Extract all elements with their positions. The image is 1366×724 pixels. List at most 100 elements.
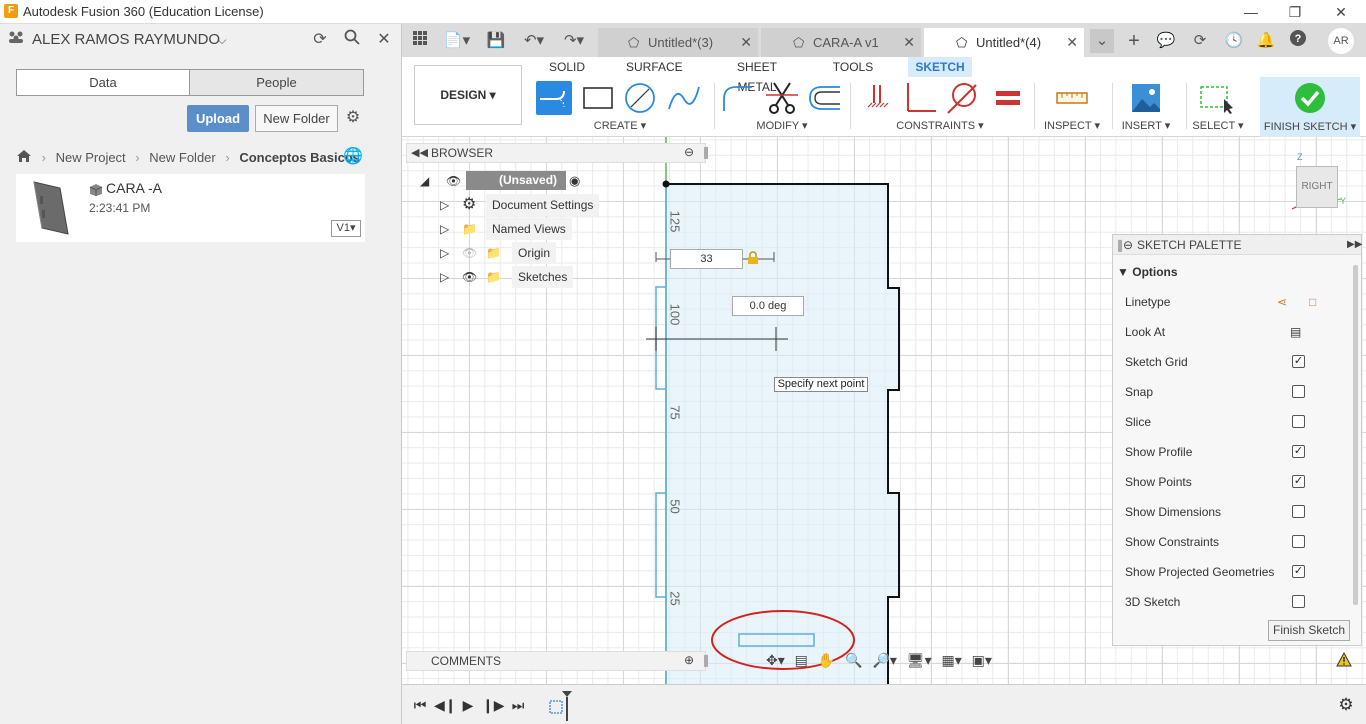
show-projected-geometries-checkbox[interactable]: ✓ <box>1292 565 1305 578</box>
comment-icon[interactable]: 💬 <box>1154 29 1178 53</box>
version-select[interactable]: V1▾ <box>331 220 361 237</box>
pan-hand-icon[interactable]: ✋ <box>818 652 835 668</box>
browser-item-named-views[interactable]: ▷ 📁 Named Views <box>440 218 600 240</box>
display-settings-icon[interactable]: 🖥▾ <box>907 652 932 668</box>
step-forward-icon[interactable]: ❙▶ <box>482 695 505 715</box>
gear-icon[interactable]: ⚙ <box>1336 695 1356 715</box>
workspace-selector[interactable]: DESIGN ▾ <box>414 65 522 125</box>
collapse-icon[interactable]: ◀◀ <box>411 146 428 159</box>
help-icon[interactable]: ? <box>1286 29 1310 53</box>
save-icon[interactable]: 💾 <box>484 29 508 53</box>
tab-overflow-icon[interactable]: ⌄ <box>1090 29 1114 53</box>
doc-tab[interactable]: ⬠ Untitled*(3) ✕ <box>598 28 758 57</box>
browser-item-document-settings[interactable]: ▷ ⚙ Document Settings <box>440 194 600 216</box>
select-box-icon[interactable] <box>1198 81 1234 115</box>
tab-sketch[interactable]: SKETCH <box>908 57 972 77</box>
redo-icon[interactable]: ↷▾ <box>558 29 590 53</box>
clock-icon[interactable]: 🕓 <box>1222 29 1246 53</box>
globe-icon[interactable]: 🌐 <box>342 146 364 168</box>
minimize-button[interactable]: — <box>1236 2 1266 22</box>
grid-settings-icon[interactable]: ▦▾ <box>942 652 962 668</box>
zoom-icon[interactable]: 🔍 <box>845 652 862 668</box>
panel-drag-handle[interactable]: ❚ <box>701 653 711 667</box>
circle-tool-icon[interactable] <box>622 81 658 115</box>
palette-scrollbar[interactable] <box>1353 265 1358 605</box>
eye-hidden-icon[interactable]: 👁 <box>462 242 477 264</box>
select-menu[interactable]: SELECT ▾ <box>1186 119 1250 132</box>
centerline-icon[interactable]: □ <box>1309 292 1316 312</box>
go-to-end-icon[interactable]: ⏭ <box>508 695 528 715</box>
snap-checkbox[interactable] <box>1292 385 1305 398</box>
go-to-start-icon[interactable]: ⏮ <box>410 695 430 715</box>
file-menu-icon[interactable]: 📄▾ <box>442 29 472 53</box>
expand-right-icon[interactable]: ▶▶ <box>1347 235 1362 255</box>
browser-header[interactable]: ◀◀ BROWSER ⊖ ❚ <box>406 143 711 163</box>
measure-icon[interactable] <box>1054 81 1090 115</box>
new-tab-icon[interactable]: + <box>1122 29 1146 53</box>
length-input[interactable]: 33 <box>670 249 743 269</box>
expand-arrow-icon[interactable]: ▷ <box>440 266 449 288</box>
angle-input[interactable]: 0.0 deg <box>732 296 804 316</box>
sketch-palette-header[interactable]: ❚ ⊖ SKETCH PALETTE ▶▶ <box>1113 235 1362 255</box>
close-tab-icon[interactable]: ✕ <box>740 28 752 57</box>
job-status-icon[interactable]: ⟳ <box>1188 29 1212 53</box>
tab-surface[interactable]: SURFACE <box>626 57 683 77</box>
restore-button[interactable]: ❐ <box>1280 2 1310 22</box>
close-tab-icon[interactable]: ✕ <box>903 28 915 57</box>
zoom-window-icon[interactable]: 🔎▾ <box>872 652 896 668</box>
add-comment-icon[interactable]: ⊕ <box>684 653 694 667</box>
gear-icon[interactable]: ⚙ <box>342 107 364 129</box>
fillet-tool-icon[interactable] <box>720 81 756 115</box>
tab-solid[interactable]: SOLID <box>548 57 586 77</box>
look-at-icon[interactable]: ▤ <box>795 652 808 668</box>
tab-data[interactable]: Data <box>16 69 190 96</box>
show-profile-checkbox[interactable]: ✓ <box>1292 445 1305 458</box>
close-window-button[interactable]: ✕ <box>1326 2 1356 22</box>
expand-arrow-icon[interactable]: ▷ <box>440 194 449 216</box>
show-points-checkbox[interactable]: ✓ <box>1292 475 1305 488</box>
expand-arrow-icon[interactable]: ▷ <box>440 218 449 240</box>
equal-constraint-icon[interactable] <box>990 81 1026 115</box>
team-hub-icon[interactable] <box>5 29 27 51</box>
eye-icon[interactable]: 👁 <box>462 266 477 288</box>
undo-icon[interactable]: ↶▾ <box>518 29 550 53</box>
bell-icon[interactable]: 🔔 <box>1254 29 1278 53</box>
play-icon[interactable]: ▶ <box>458 695 478 715</box>
construction-line-icon[interactable]: ⋖ <box>1277 292 1287 312</box>
doc-tab-active[interactable]: ⬠ Untitled*(4) ✕ <box>924 28 1084 57</box>
modify-menu[interactable]: MODIFY ▾ <box>742 119 822 132</box>
sketch-grid-checkbox[interactable]: ✓ <box>1292 355 1305 368</box>
create-menu[interactable]: CREATE ▾ <box>580 119 660 132</box>
avatar[interactable]: AR <box>1328 28 1354 54</box>
offset-tool-icon[interactable] <box>806 81 842 115</box>
app-grid-icon[interactable] <box>408 29 432 53</box>
inspect-menu[interactable]: INSPECT ▾ <box>1042 119 1102 132</box>
minus-circle-icon[interactable]: ⊖ <box>1123 235 1133 255</box>
search-icon[interactable] <box>341 29 363 51</box>
palette-finish-sketch-button[interactable]: Finish Sketch <box>1268 620 1350 641</box>
options-section[interactable]: ▼ Options <box>1117 262 1347 282</box>
show-dimensions-checkbox[interactable] <box>1292 505 1305 518</box>
line-tool-icon[interactable] <box>536 81 572 115</box>
orbit-icon[interactable]: ✥▾ <box>766 652 785 668</box>
refresh-icon[interactable]: ⟳ <box>309 29 331 51</box>
close-tab-icon[interactable]: ✕ <box>1066 28 1078 57</box>
lock-icon[interactable] <box>747 251 759 268</box>
eye-icon[interactable]: 👁 <box>446 170 461 192</box>
tab-people[interactable]: People <box>189 69 364 96</box>
viewports-icon[interactable]: ▣▾ <box>972 652 992 668</box>
home-icon[interactable] <box>16 150 36 166</box>
minus-circle-icon[interactable]: ⊖ <box>684 145 694 159</box>
upload-button[interactable]: Upload <box>187 105 249 132</box>
breadcrumb-item[interactable]: New Folder <box>149 150 215 165</box>
close-panel-icon[interactable]: ✕ <box>373 29 395 51</box>
insert-menu[interactable]: INSERT ▾ <box>1116 119 1176 132</box>
chevron-down-icon[interactable]: ⌵ <box>211 29 233 51</box>
file-card[interactable]: CARA -A 2:23:41 PM V1▾ <box>16 174 365 242</box>
user-name[interactable]: ALEX RAMOS RAYMUNDO <box>32 31 220 48</box>
doc-tab[interactable]: ⬠ CARA-A v1 ✕ <box>761 28 921 57</box>
perpendicular-constraint-icon[interactable] <box>902 81 938 115</box>
look-at-icon[interactable]: ▤ <box>1290 322 1301 342</box>
browser-item-origin[interactable]: ▷ 👁 📁 Origin <box>440 242 600 264</box>
radio-target-icon[interactable]: ◉ <box>569 173 580 189</box>
